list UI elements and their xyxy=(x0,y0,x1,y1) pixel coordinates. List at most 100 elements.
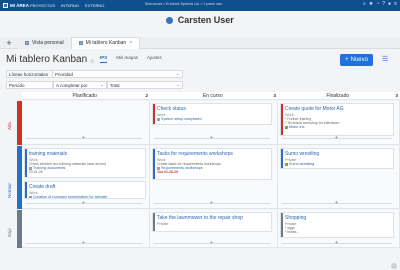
lane-label-bajo: Bajo xyxy=(7,227,12,237)
tab-ips[interactable]: IPS xyxy=(100,55,108,63)
card-accent xyxy=(281,213,283,237)
card-link[interactable]: Creation of company presentation for web… xyxy=(29,195,145,198)
help-icon[interactable]: ? xyxy=(382,1,385,7)
add-card-icon[interactable]: + xyxy=(210,135,213,141)
card-link-text: Motor Inc. xyxy=(289,125,306,129)
search-icon[interactable]: ⌕ xyxy=(363,1,366,7)
period-label-text: Periodo xyxy=(9,82,25,88)
card-date: Jan 01-26-26 xyxy=(157,170,179,174)
card-sumo-wrestling[interactable]: Sumo wrestling Private Sumo wrestling xyxy=(280,148,394,169)
tab-settings[interactable]: Ajustes xyxy=(147,55,162,63)
card-title[interactable]: Check status xyxy=(157,106,271,112)
card-link-text: System setup completed xyxy=(161,117,202,121)
card-type: Private xyxy=(157,222,169,226)
new-button[interactable]: + Nuevo xyxy=(340,54,373,66)
star-icon[interactable]: ★ xyxy=(369,1,373,7)
current-user[interactable]: Carsten User xyxy=(0,15,400,25)
tab-bar: + Vista personal Mi tablero Kanban × xyxy=(0,36,400,49)
lane-label-alta: Alta xyxy=(7,122,12,130)
card-link-text: Sumo wrestling xyxy=(289,162,315,166)
card-date: 29.01.26 xyxy=(29,170,43,174)
column-done-header: Finalizado 3 xyxy=(278,92,400,100)
add-card-icon[interactable]: + xyxy=(335,240,338,246)
brand-logo[interactable]: MI ÁREA xyxy=(0,3,30,8)
add-card-icon[interactable]: + xyxy=(82,200,85,206)
card-title[interactable]: training materials xyxy=(29,151,145,157)
card-title[interactable]: Shopping xyxy=(285,215,393,221)
card-create-draft[interactable]: Create draft Work Creation of company pr… xyxy=(24,181,146,199)
card-accent xyxy=(25,182,27,198)
card-link[interactable]: System setup completed xyxy=(157,117,271,121)
total-select[interactable]: Total ⌄ xyxy=(107,81,183,89)
card-title[interactable]: Sumo wrestling xyxy=(285,151,393,157)
card-shopping[interactable]: Shopping Private * eggs * bread... xyxy=(280,212,394,238)
user-icon[interactable]: ● xyxy=(388,1,391,7)
horizontal-lines-label: Líneas horizontales xyxy=(6,70,53,78)
tab-kanban[interactable]: Mi tablero Kanban × xyxy=(71,36,141,49)
tab-my-maps[interactable]: Mis mapas xyxy=(116,55,138,63)
card-lawnmower[interactable]: Take the lawnmower to the repair shop Pr… xyxy=(152,212,272,232)
company-icon xyxy=(285,125,288,129)
column-title: Planificado xyxy=(72,92,97,99)
tag-icon xyxy=(285,162,288,166)
add-card-icon[interactable]: + xyxy=(335,135,338,141)
assistant-icon[interactable] xyxy=(391,263,397,269)
home-icon xyxy=(25,40,29,45)
card-accent xyxy=(153,149,155,179)
filter-grid-head: Periodo A completar por ⌄ Total ⌄ xyxy=(6,81,183,89)
chevron-down-icon: ⌄ xyxy=(176,71,180,76)
total-text: Total xyxy=(110,82,120,88)
user-name: Carsten User xyxy=(177,15,234,25)
breadcrumb[interactable]: Direcciones > El Arbore Systems Ltd. > 1… xyxy=(145,2,222,6)
plus-icon: + xyxy=(345,57,349,63)
logo-icon xyxy=(3,3,8,8)
tab-label: Mi tablero Kanban xyxy=(85,40,127,46)
column-progress-header: En curso 3 xyxy=(150,92,278,100)
tab-label: Vista personal xyxy=(32,39,64,46)
nav-external[interactable]: EXTERNO xyxy=(85,3,104,8)
add-tab-button[interactable]: + xyxy=(0,38,18,48)
add-card-icon[interactable]: + xyxy=(210,240,213,246)
card-create-quote[interactable]: Create quote for Motor AG Work * Further… xyxy=(280,103,394,136)
close-icon[interactable]: × xyxy=(129,40,132,46)
nav-projects[interactable]: PROYECTOS xyxy=(30,3,55,8)
top-right-icons: ⌕ ★ ◔ ? ● ≡ xyxy=(363,1,397,7)
card-link[interactable]: Sumo wrestling xyxy=(285,162,393,166)
tab-personal-view[interactable]: Vista personal xyxy=(18,36,72,49)
brand-label: MI ÁREA xyxy=(10,3,29,8)
menu-icon[interactable]: ≡ xyxy=(394,1,397,7)
card-requirements-tasks[interactable]: Tasks for requirements workshops Work Cr… xyxy=(152,148,272,180)
star-icon[interactable]: ☆ xyxy=(90,59,94,65)
card-title[interactable]: Take the lawnmower to the repair shop xyxy=(157,215,271,221)
column-count: 3 xyxy=(273,93,276,98)
top-nav: PROYECTOS INTERNO EXTERNO xyxy=(30,3,104,8)
horizontal-lines-filter: Líneas horizontales Prioridad ⌄ xyxy=(6,70,183,78)
priority-select-value: Prioridad xyxy=(55,71,74,77)
complete-for-select[interactable]: A completar por ⌄ xyxy=(53,81,107,89)
board-icon xyxy=(78,41,83,45)
bell-icon[interactable]: ◔ xyxy=(376,1,379,7)
card-accent xyxy=(153,104,155,124)
page-title: Mi tablero Kanban xyxy=(6,54,88,65)
card-training-materials[interactable]: training materials Work Check whether th… xyxy=(24,148,146,178)
card-link[interactable]: Motor Inc. xyxy=(285,125,393,129)
card-accent xyxy=(281,104,283,135)
card-title[interactable]: Create quote for Motor AG xyxy=(285,106,393,112)
card-title[interactable]: Tasks for requirements workshops xyxy=(157,151,271,157)
add-card-icon[interactable]: + xyxy=(82,135,85,141)
view-tabs: IPS Mis mapas Ajustes xyxy=(100,55,162,63)
card-title[interactable]: Create draft xyxy=(29,184,145,190)
document-icon xyxy=(157,117,160,121)
card-accent xyxy=(25,149,27,177)
settings-icon[interactable]: ☰ xyxy=(382,56,390,64)
add-card-icon[interactable]: + xyxy=(335,200,338,206)
add-card-icon[interactable]: + xyxy=(210,200,213,206)
column-count: 3 xyxy=(395,93,398,98)
lane-label-normal: Normal xyxy=(7,183,12,198)
nav-internal[interactable]: INTERNO xyxy=(61,3,79,8)
card-check-status[interactable]: Check status Work System setup completed xyxy=(152,103,272,125)
column-count: 2 xyxy=(145,93,148,98)
priority-select[interactable]: Prioridad ⌄ xyxy=(53,70,183,78)
complete-for-text: A completar por xyxy=(56,82,88,88)
add-card-icon[interactable]: + xyxy=(82,240,85,246)
